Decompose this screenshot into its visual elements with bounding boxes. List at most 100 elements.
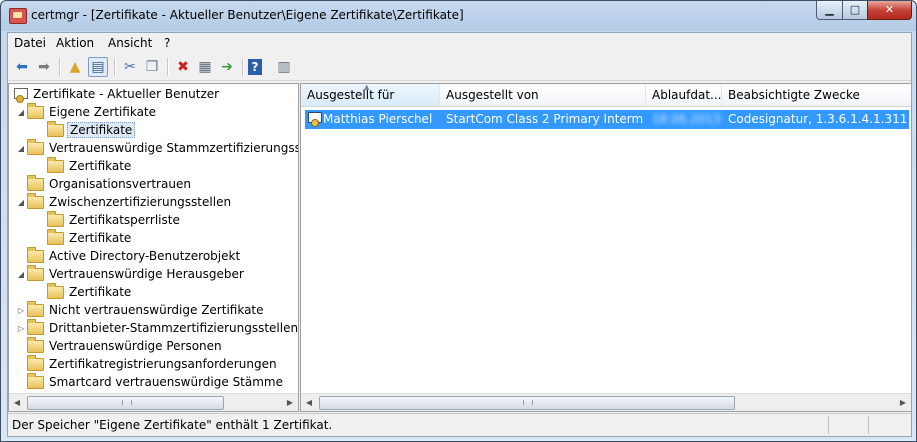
tree-item[interactable]: ◢ Vertrauenswürdige Stammzertifizierungss… [15,138,298,157]
copy-icon[interactable]: ❐ [142,57,162,77]
close-button[interactable]: ✕ [867,1,912,20]
tree-item-label: Vertrauenswürdige Personen [49,339,222,353]
scroll-left-arrow-icon[interactable]: ◀ [9,394,25,411]
column-header-purposes[interactable]: Beabsichtigte Zwecke [722,84,911,106]
column-label: Ausgestellt von [446,88,539,102]
folder-icon [27,336,44,353]
certmgr-window: certmgr - [Zertifikate - Aktueller Benut… [0,0,917,442]
toolbar-separator [242,58,244,76]
tree-item[interactable]: ◢ Vertrauenswürdige Herausgeber [15,264,244,283]
folder-icon [27,246,44,263]
sort-ascending-icon: ▲ [364,83,370,91]
cell-issued-to: Matthias Pierschel [323,112,433,126]
tree-item-label: Zertifikate [69,285,132,299]
expanded-triangle-icon[interactable]: ◢ [15,144,27,153]
console-tree-icon[interactable]: ▤ [88,57,108,77]
toolbar-separator [167,58,169,76]
folder-icon [27,102,44,119]
toolbar: ⬅ ➡ ▲ ▤ ✂ ❐ ✖ ▦ ➔ ? ▥ [8,54,911,81]
scroll-right-arrow-icon[interactable]: ▶ [895,394,911,411]
window-title: certmgr - [Zertifikate - Aktueller Benut… [31,8,464,22]
tree-item[interactable]: ▷ Nicht vertrauenswürdige Zertifikate [15,300,264,319]
minimize-button[interactable]: ▁ [816,1,843,20]
expanded-triangle-icon[interactable]: ◢ [15,270,27,279]
column-label: Beabsichtigte Zwecke [728,88,860,102]
tree-item-label: Smartcard vertrauenswürdige Stämme [49,375,284,389]
cell-purposes: Codesignatur, 1.3.6.1.4.1.311.2.1.... [728,112,908,126]
tree-item[interactable]: ◢ Zwischenzertifizierungsstellen [15,192,231,211]
help-icon[interactable]: ? [248,59,262,75]
column-header-expiry[interactable]: Ablaufdat... [646,84,722,106]
tree-root[interactable]: Zertifikate - Aktueller Benutzer [13,85,219,103]
show-hide-icon[interactable]: ▥ [274,57,294,77]
tree-item[interactable]: Zertifikatsperrliste [35,210,180,229]
back-arrow-icon[interactable]: ⬅ [12,57,32,77]
tree-item[interactable]: Zertifikatregistrierungsanforderungen [15,354,277,373]
folder-icon [27,192,44,209]
folder-icon [47,210,64,227]
tree-horizontal-scrollbar[interactable]: ◀ ▶ [9,393,298,411]
menu-bar: Datei Aktion Ansicht ? [8,33,911,53]
tree-item[interactable]: ▷ Drittanbieter-Stammzertifizierungsstell… [15,318,299,337]
folder-icon [47,228,64,245]
maximize-button[interactable]: □ [842,1,868,20]
scrollbar-thumb[interactable] [27,396,224,410]
tree-item[interactable]: Organisationsvertrauen [15,174,191,193]
folder-icon [27,300,44,317]
expanded-triangle-icon[interactable]: ◢ [15,198,27,207]
cut-icon[interactable]: ✂ [120,57,140,77]
column-label: Ablaufdat... [652,88,722,102]
menu-ansicht[interactable]: Ansicht [108,36,152,50]
scrollbar-thumb[interactable] [319,396,735,410]
menu-aktion[interactable]: Aktion [56,36,94,50]
title-bar[interactable]: certmgr - [Zertifikate - Aktueller Benut… [1,1,916,31]
folder-icon [47,120,64,137]
certmgr-app-icon [9,8,27,24]
forward-arrow-icon[interactable]: ➡ [34,57,54,77]
list-header: ▲ Ausgestellt für Ausgestellt von Ablauf… [301,84,911,107]
up-folder-icon[interactable]: ▲ [65,57,85,77]
list-horizontal-scrollbar[interactable]: ◀ ▶ [301,393,911,411]
tree-item[interactable]: Zertifikate [35,228,131,247]
column-header-issued-by[interactable]: Ausgestellt von [440,84,646,106]
tree-item-label: Zertifikatregistrierungsanforderungen [49,357,277,371]
folder-icon [47,156,64,173]
tree-item[interactable]: Active Directory-Benutzerobjekt [15,246,241,265]
tree-item-label: Active Directory-Benutzerobjekt [49,249,241,263]
tree-item[interactable]: Zertifikate [35,120,136,139]
tree-item-label: Vertrauenswürdige Herausgeber [49,267,244,281]
tree-item-label: Nicht vertrauenswürdige Zertifikate [49,303,264,317]
column-header-issued-to[interactable]: ▲ Ausgestellt für [301,84,440,106]
tree-root-label: Zertifikate - Aktueller Benutzer [33,87,220,101]
tree-item-label: Vertrauenswürdige Stammzertifizierungsst… [49,141,298,155]
cell-expiry: 18.06.2013 [652,112,720,126]
tree-item-label: Organisationsvertrauen [49,177,191,191]
tree-item[interactable]: Zertifikate [35,282,132,301]
delete-icon[interactable]: ✖ [173,57,193,77]
console-tree: Zertifikate - Aktueller Benutzer ◢ Eigene… [8,83,299,412]
scroll-left-arrow-icon[interactable]: ◀ [301,394,317,411]
table-row[interactable]: Matthias Pierschel StartCom Class 2 Prim… [305,110,909,129]
folder-icon [27,174,44,191]
folder-icon [27,138,44,155]
toolbar-separator [59,58,61,76]
tree-item[interactable]: Smartcard vertrauenswürdige Stämme [15,372,284,391]
collapsed-triangle-icon[interactable]: ▷ [15,306,27,315]
expanded-triangle-icon[interactable]: ◢ [15,108,27,117]
scroll-right-arrow-icon[interactable]: ▶ [282,394,298,411]
tree-item[interactable]: ◢ Eigene Zertifikate [15,102,157,121]
collapsed-triangle-icon[interactable]: ▷ [15,324,27,333]
menu-help[interactable]: ? [164,36,170,50]
certificate-store-icon [13,87,29,103]
tree-item-label: Eigene Zertifikate [49,105,157,119]
tree-item-label: Drittanbieter-Stammzertifizierungsstelle… [49,321,299,335]
export-icon[interactable]: ➔ [217,57,237,77]
status-divider [868,416,869,434]
properties-icon[interactable]: ▦ [195,57,215,77]
certificate-icon [308,112,323,127]
folder-icon [27,354,44,371]
tree-item[interactable]: Zertifikate [35,156,131,175]
tree-item[interactable]: Vertrauenswürdige Personen [15,336,222,355]
tree-item-label: Zertifikate [67,122,136,138]
menu-datei[interactable]: Datei [14,36,46,50]
